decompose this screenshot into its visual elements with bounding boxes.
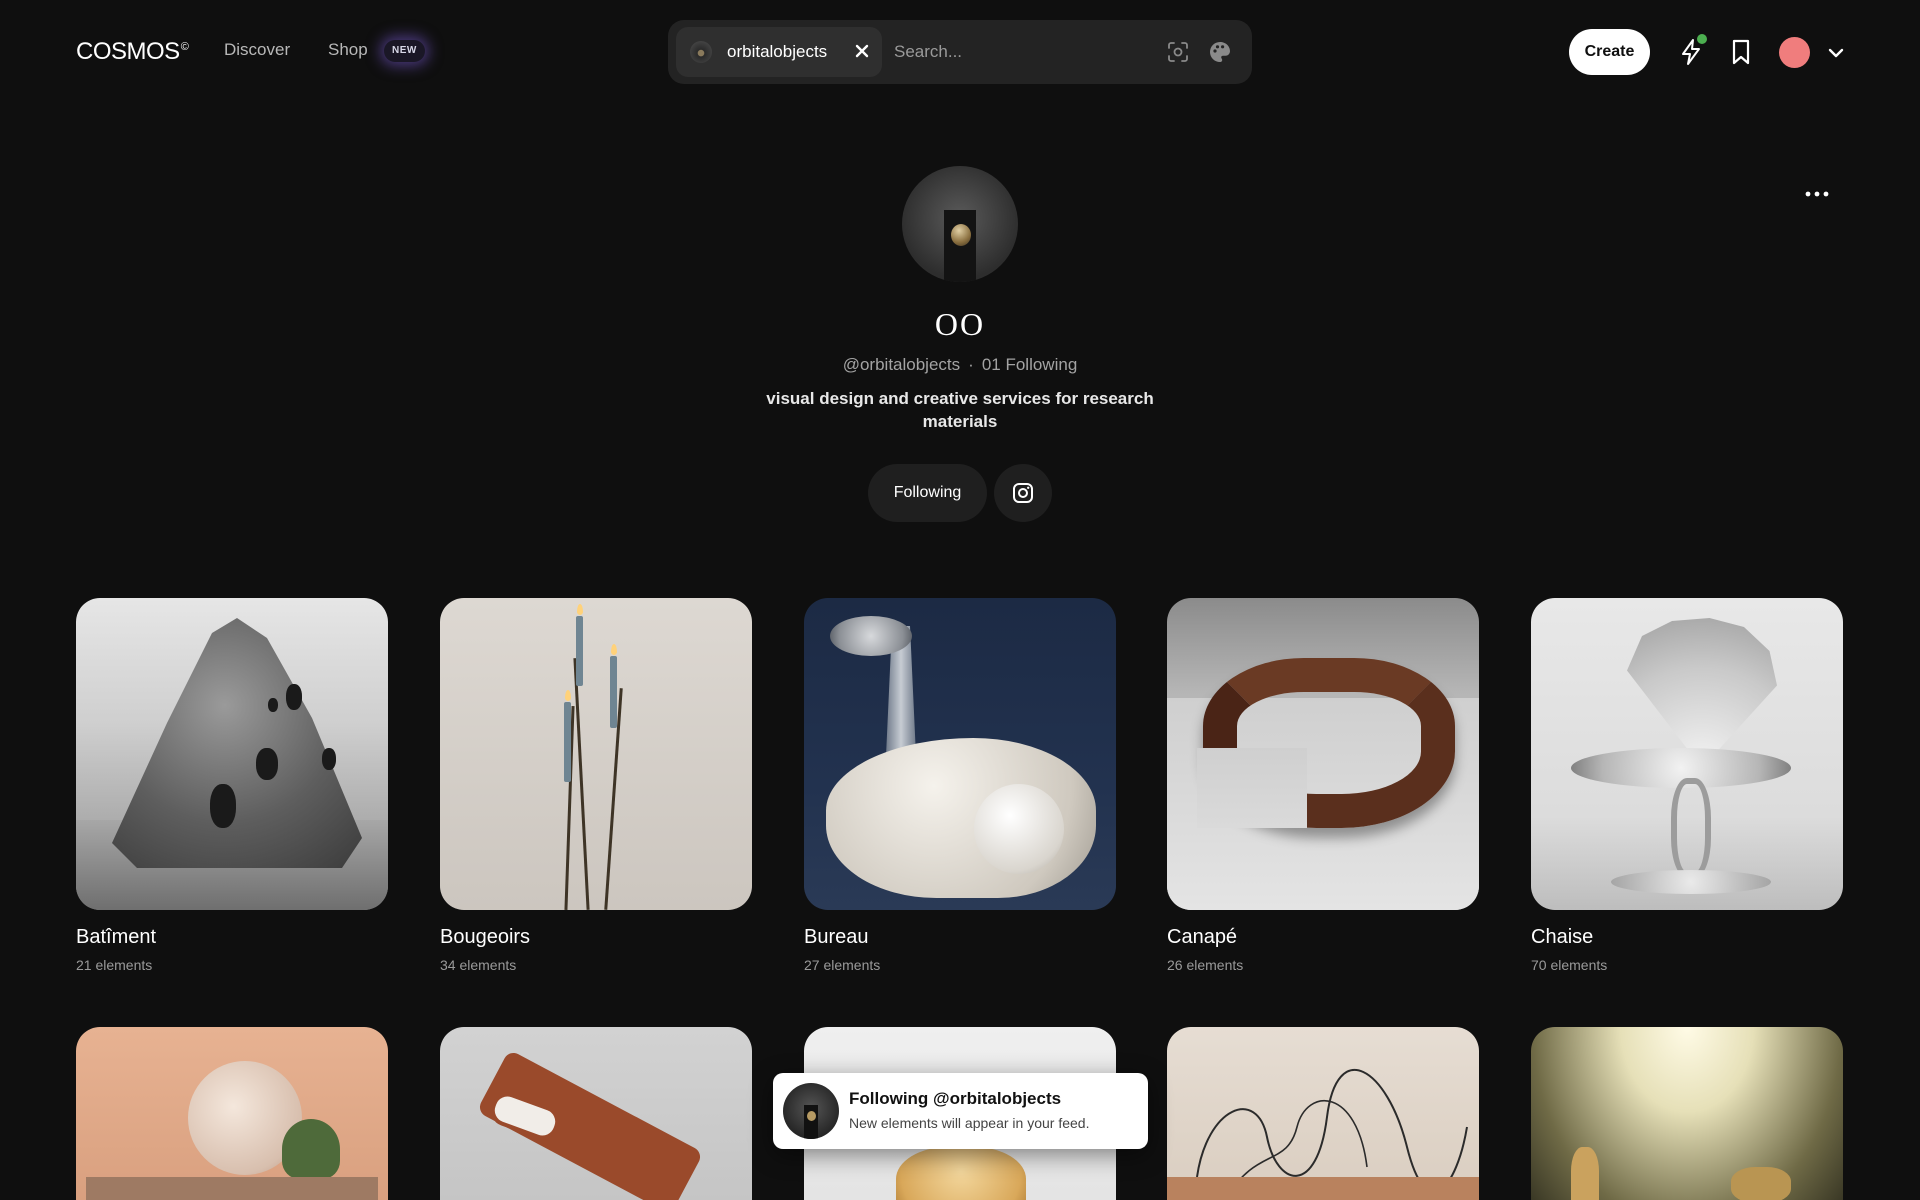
collection-thumbnail[interactable]: [1531, 598, 1843, 910]
profile-page: COSMOS© Discover Shop NEW orbitalobjects: [0, 0, 1920, 1200]
collection-card[interactable]: [440, 1027, 752, 1200]
palette-icon[interactable]: [1208, 40, 1232, 64]
collection-thumbnail[interactable]: [1167, 598, 1479, 910]
following-button[interactable]: Following: [868, 464, 987, 522]
instagram-icon: [1013, 483, 1033, 503]
collection-card[interactable]: Bougeoirs 34 elements: [440, 598, 752, 973]
profile-meta: @orbitalobjects · 01 Following: [0, 355, 1920, 375]
cosmos-logo[interactable]: COSMOS©: [76, 38, 189, 66]
notification-dot: [1697, 34, 1707, 44]
collection-thumbnail[interactable]: [804, 598, 1116, 910]
collection-thumbnail[interactable]: [1531, 1027, 1843, 1200]
following-count-link[interactable]: 01 Following: [982, 355, 1077, 374]
search-input[interactable]: [886, 32, 1156, 72]
collection-count: 70 elements: [1531, 957, 1608, 973]
collection-card[interactable]: [1167, 1027, 1479, 1200]
collection-title: Bougeoirs: [440, 926, 531, 948]
nav-discover-link[interactable]: Discover: [224, 40, 290, 60]
collection-thumbnail[interactable]: [1167, 1027, 1479, 1200]
more-horizontal-icon[interactable]: [1804, 180, 1830, 208]
collection-thumbnail[interactable]: [76, 598, 388, 910]
follow-toast: Following @orbitalobjects New elements w…: [773, 1073, 1148, 1149]
shop-new-badge: NEW: [384, 40, 425, 62]
close-icon[interactable]: [852, 40, 872, 62]
top-navigation: COSMOS© Discover Shop NEW orbitalobjects: [0, 0, 1920, 104]
collection-title: Batîment: [76, 926, 157, 948]
bookmark-icon[interactable]: [1728, 38, 1754, 66]
nav-shop-link[interactable]: Shop: [328, 40, 368, 60]
collection-card[interactable]: Bureau 27 elements: [804, 598, 1116, 973]
toast-avatar: [783, 1083, 839, 1139]
collection-count: 34 elements: [440, 957, 517, 973]
user-avatar[interactable]: [1779, 37, 1810, 68]
collection-title: Bureau: [804, 926, 869, 948]
meta-separator: ·: [968, 355, 974, 374]
chip-label: orbitalobjects: [727, 42, 828, 61]
logo-registered-mark: ©: [180, 41, 189, 53]
collection-count: 26 elements: [1167, 957, 1244, 973]
collection-thumbnail[interactable]: [76, 1027, 388, 1200]
search-filter-chip[interactable]: orbitalobjects: [676, 27, 882, 77]
profile-avatar: [902, 166, 1018, 282]
toast-title: Following @orbitalobjects: [849, 1089, 1062, 1108]
scan-icon[interactable]: [1166, 40, 1190, 64]
create-button[interactable]: Create: [1569, 29, 1650, 75]
collection-count: 21 elements: [76, 957, 153, 973]
collection-thumbnail[interactable]: [440, 598, 752, 910]
collection-title: Chaise: [1531, 926, 1594, 948]
toast-subtitle: New elements will appear in your feed.: [849, 1115, 1090, 1131]
collection-card[interactable]: Batîment 21 elements: [76, 598, 388, 973]
instagram-link[interactable]: [994, 464, 1052, 522]
collection-card[interactable]: Canapé 26 elements: [1167, 598, 1479, 973]
collection-thumbnail[interactable]: [440, 1027, 752, 1200]
profile-bio: visual design and creative services for …: [766, 389, 1154, 431]
collection-card[interactable]: [76, 1027, 388, 1200]
profile-handle[interactable]: @orbitalobjects: [843, 355, 960, 374]
collection-title: Canapé: [1167, 926, 1238, 948]
chevron-down-icon[interactable]: [1826, 44, 1846, 62]
collection-card[interactable]: [1531, 1027, 1843, 1200]
chip-avatar: [690, 41, 712, 63]
profile-name: OO: [934, 306, 986, 342]
search-bar[interactable]: orbitalobjects: [668, 20, 1252, 84]
collection-card[interactable]: Chaise 70 elements: [1531, 598, 1843, 973]
collection-count: 27 elements: [804, 957, 881, 973]
